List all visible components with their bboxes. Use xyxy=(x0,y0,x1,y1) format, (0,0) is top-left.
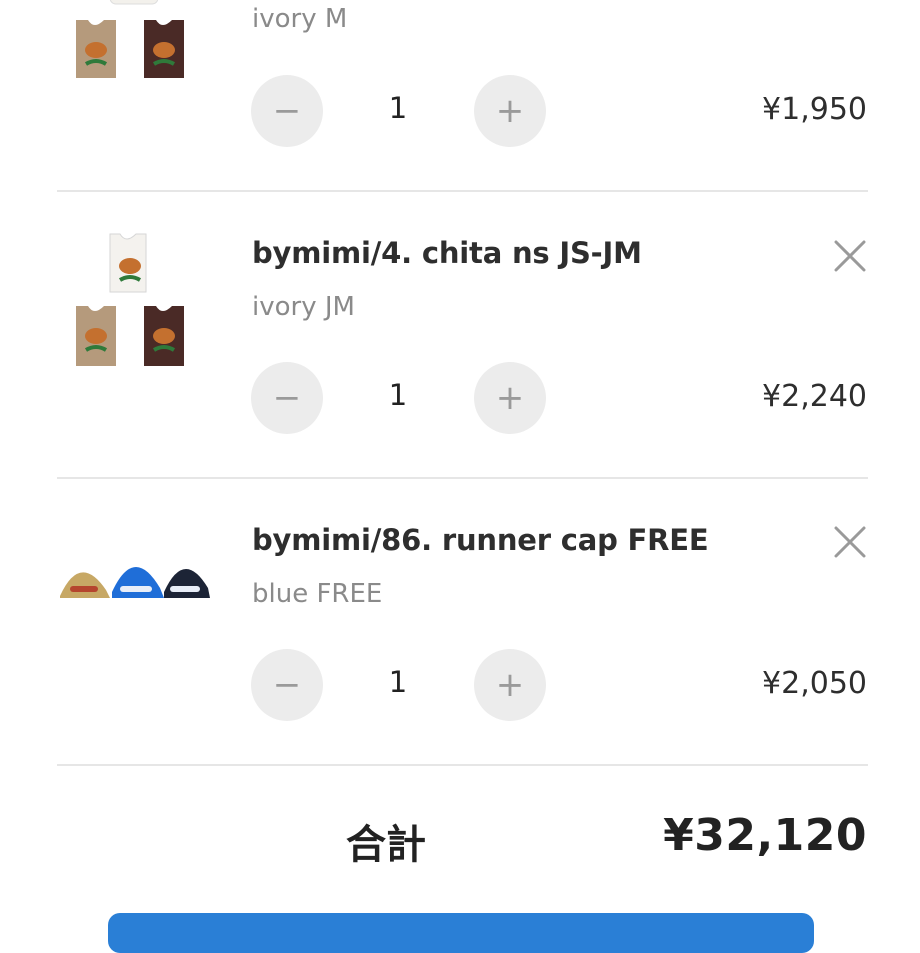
caps-thumbnail xyxy=(60,566,210,598)
total-label: 合計 xyxy=(346,822,426,868)
item-variant: ivory M xyxy=(252,4,348,34)
increase-quantity-button[interactable]: + xyxy=(474,75,546,147)
product-thumbnail[interactable] xyxy=(58,518,210,670)
remove-item-button[interactable] xyxy=(830,522,870,562)
quantity-value: 1 xyxy=(388,665,408,699)
item-price: ¥1,950 xyxy=(762,92,867,127)
product-thumbnail[interactable] xyxy=(58,230,210,382)
remove-item-button[interactable] xyxy=(830,236,870,276)
increase-quantity-button[interactable]: + xyxy=(474,649,546,721)
decrease-quantity-button[interactable]: − xyxy=(251,649,323,721)
tank-top-cheetah-thumbnail xyxy=(76,233,184,366)
decrease-quantity-button[interactable]: − xyxy=(251,75,323,147)
item-price: ¥2,240 xyxy=(762,379,867,414)
total-value: ¥32,120 xyxy=(663,810,867,861)
total-divider xyxy=(57,764,868,766)
plus-icon: + xyxy=(495,665,525,705)
item-variant: ivory JM xyxy=(252,292,355,322)
item-divider xyxy=(57,477,868,479)
tank-top-cheetah-thumbnail xyxy=(76,0,184,78)
quantity-value: 1 xyxy=(388,378,408,412)
minus-icon: − xyxy=(272,378,302,418)
decrease-quantity-button[interactable]: − xyxy=(251,362,323,434)
minus-icon: − xyxy=(272,665,302,705)
close-icon xyxy=(834,526,866,558)
quantity-value: 1 xyxy=(388,91,408,125)
item-price: ¥2,050 xyxy=(762,666,867,701)
item-name[interactable]: bymimi/86. runner cap FREE xyxy=(252,523,709,557)
plus-icon: + xyxy=(495,91,525,131)
checkout-button[interactable] xyxy=(108,913,814,953)
item-name[interactable]: bymimi/4. chita ns JS-JM xyxy=(252,236,642,270)
increase-quantity-button[interactable]: + xyxy=(474,362,546,434)
product-thumbnail[interactable] xyxy=(58,0,210,94)
minus-icon: − xyxy=(272,91,302,131)
item-divider xyxy=(57,190,868,192)
close-icon xyxy=(834,240,866,272)
item-variant: blue FREE xyxy=(252,579,383,609)
plus-icon: + xyxy=(495,378,525,418)
